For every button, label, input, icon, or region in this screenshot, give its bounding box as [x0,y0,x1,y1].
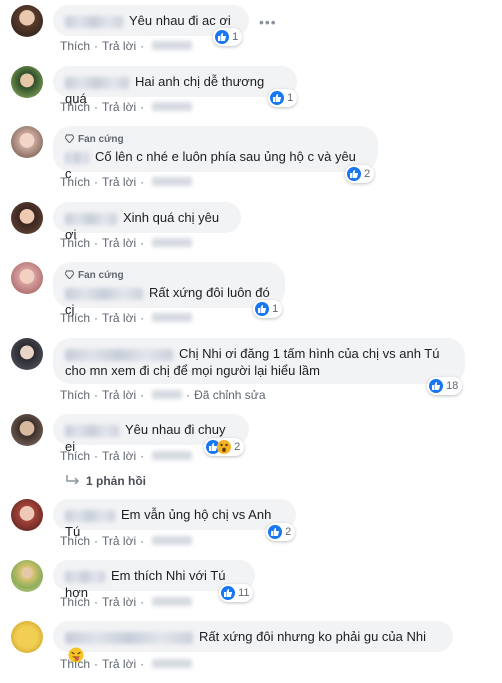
blurred-timestamp[interactable] [152,597,193,607]
comment-actions: Thích · Trả lời · [60,448,193,463]
reaction-count[interactable]: 1 [253,300,283,318]
blurred-author-name[interactable] [65,570,105,583]
like-reaction-icon [221,586,235,601]
blurred-timestamp[interactable] [152,536,193,546]
comment-text-line-1: Chị Nhi ơi đăng 1 tấm hình của chị vs an… [179,346,440,361]
reaction-count[interactable]: 1 [213,28,243,46]
like-reaction-icon [347,167,361,182]
blurred-timestamp[interactable] [152,177,193,187]
comment-bubble: Hai anh chị dễ thương quá [53,66,297,106]
blurred-author-name[interactable] [65,76,129,89]
like-reaction-icon [255,302,269,317]
reply-arrow-icon [66,475,80,485]
more-options-icon[interactable]: ••• [259,14,277,30]
avatar[interactable] [11,338,43,370]
comment-bubble: Em vẫn ủng hộ chị vs Anh Tú [53,499,296,539]
reaction-count[interactable]: 2 [345,165,375,183]
reply-link[interactable]: Trả lời [102,449,136,463]
comment-actions: Thích · Trả lời · [60,99,193,114]
diamond-icon [65,134,74,143]
reaction-count[interactable]: 1 [268,89,298,107]
like-link[interactable]: Thích [60,595,90,609]
blurred-author-name[interactable] [65,287,143,300]
comment-actions: Thích · Trả lời · [60,235,193,250]
blurred-timestamp[interactable] [152,102,193,112]
like-link[interactable]: Thích [60,311,90,325]
blurred-timestamp[interactable] [152,659,193,669]
reply-link[interactable]: Trả lời [102,236,136,250]
avatar[interactable] [11,414,43,446]
reply-link[interactable]: Trả lời [102,100,136,114]
like-link[interactable]: Thích [60,534,90,548]
blurred-timestamp[interactable] [152,451,193,461]
like-reaction-icon [268,525,282,540]
blurred-author-name[interactable] [65,631,193,644]
comment-bubble: Xinh quá chị yêu ơi [53,202,241,242]
like-reaction-icon [215,30,229,45]
blurred-timestamp[interactable] [152,313,193,323]
avatar[interactable] [11,499,43,531]
comment-actions: Thích · Trả lời · [60,174,193,189]
avatar[interactable] [11,262,43,294]
comment-bubble: Chị Nhi ơi đăng 1 tấm hình của chị vs an… [53,338,465,384]
reaction-count[interactable]: 2 [266,523,296,541]
comment-text: Rất xứng đôi nhưng ko phải gu của Nhi [199,629,426,644]
blurred-timestamp[interactable] [152,238,193,248]
blurred-timestamp[interactable] [152,41,193,51]
like-link[interactable]: Thích [60,449,90,463]
like-link[interactable]: Thích [60,657,90,671]
reaction-count[interactable]: 2 [204,438,245,456]
wow-reaction-icon [217,440,231,455]
blurred-author-name[interactable] [65,424,119,437]
reaction-count[interactable]: 11 [219,584,254,602]
avatar[interactable] [11,5,43,37]
comment-bubble: Rất xứng đôi nhưng ko phải gu của Nhi [53,621,453,663]
comment-bubble: Fan cứng Rất xứng đôi luôn đó cj [53,262,285,317]
reply-link[interactable]: Trả lời [102,657,136,671]
blurred-author-name[interactable] [65,151,89,164]
reply-link[interactable]: Trả lời [102,595,136,609]
blurred-author-name[interactable] [65,348,173,361]
avatar[interactable] [11,126,43,158]
comment-bubble: Fan cứng Cố lên c nhé e luôn phía sau ủn… [53,126,378,181]
like-link[interactable]: Thích [60,175,90,189]
comment-text-line-2: cho mn xem đi chị để mọi người lại hiểu … [65,363,320,378]
reply-link[interactable]: Trả lời [102,175,136,189]
comment-text: Yêu nhau đi ac ơi [129,13,231,28]
like-link[interactable]: Thích [60,388,90,402]
like-link[interactable]: Thích [60,236,90,250]
blurred-author-name[interactable] [65,15,123,28]
blurred-author-name[interactable] [65,212,117,225]
avatar[interactable] [11,621,43,653]
avatar[interactable] [11,560,43,592]
comment-actions: Thích · Trả lời · [60,533,193,548]
like-link[interactable]: Thích [60,39,90,53]
avatar[interactable] [11,202,43,234]
comment-actions: Thích · Trả lời · [60,594,193,609]
reply-link[interactable]: Trả lời [102,534,136,548]
comment-actions: Thích · Trả lời · [60,656,193,671]
reaction-count[interactable]: 18 [427,377,463,395]
blurred-timestamp[interactable] [152,390,183,400]
top-fan-badge: Fan cứng [65,269,273,282]
like-link[interactable]: Thích [60,100,90,114]
view-replies-link[interactable]: 1 phản hồi [66,474,146,488]
avatar[interactable] [11,66,43,98]
reply-link[interactable]: Trả lời [102,311,136,325]
comment-actions: Thích · Trả lời · [60,310,193,325]
diamond-icon [65,270,74,279]
blurred-author-name[interactable] [65,509,115,522]
comment-actions: Thích · Trả lời · · Đã chỉnh sửa [60,387,266,402]
like-reaction-icon [429,379,443,394]
comment-actions: Thích · Trả lời · [60,38,193,53]
top-fan-badge: Fan cứng [65,133,366,146]
like-reaction-icon [270,91,284,106]
reply-link[interactable]: Trả lời [102,388,136,402]
reply-link[interactable]: Trả lời [102,39,136,53]
edited-label[interactable]: Đã chỉnh sửa [194,388,265,402]
